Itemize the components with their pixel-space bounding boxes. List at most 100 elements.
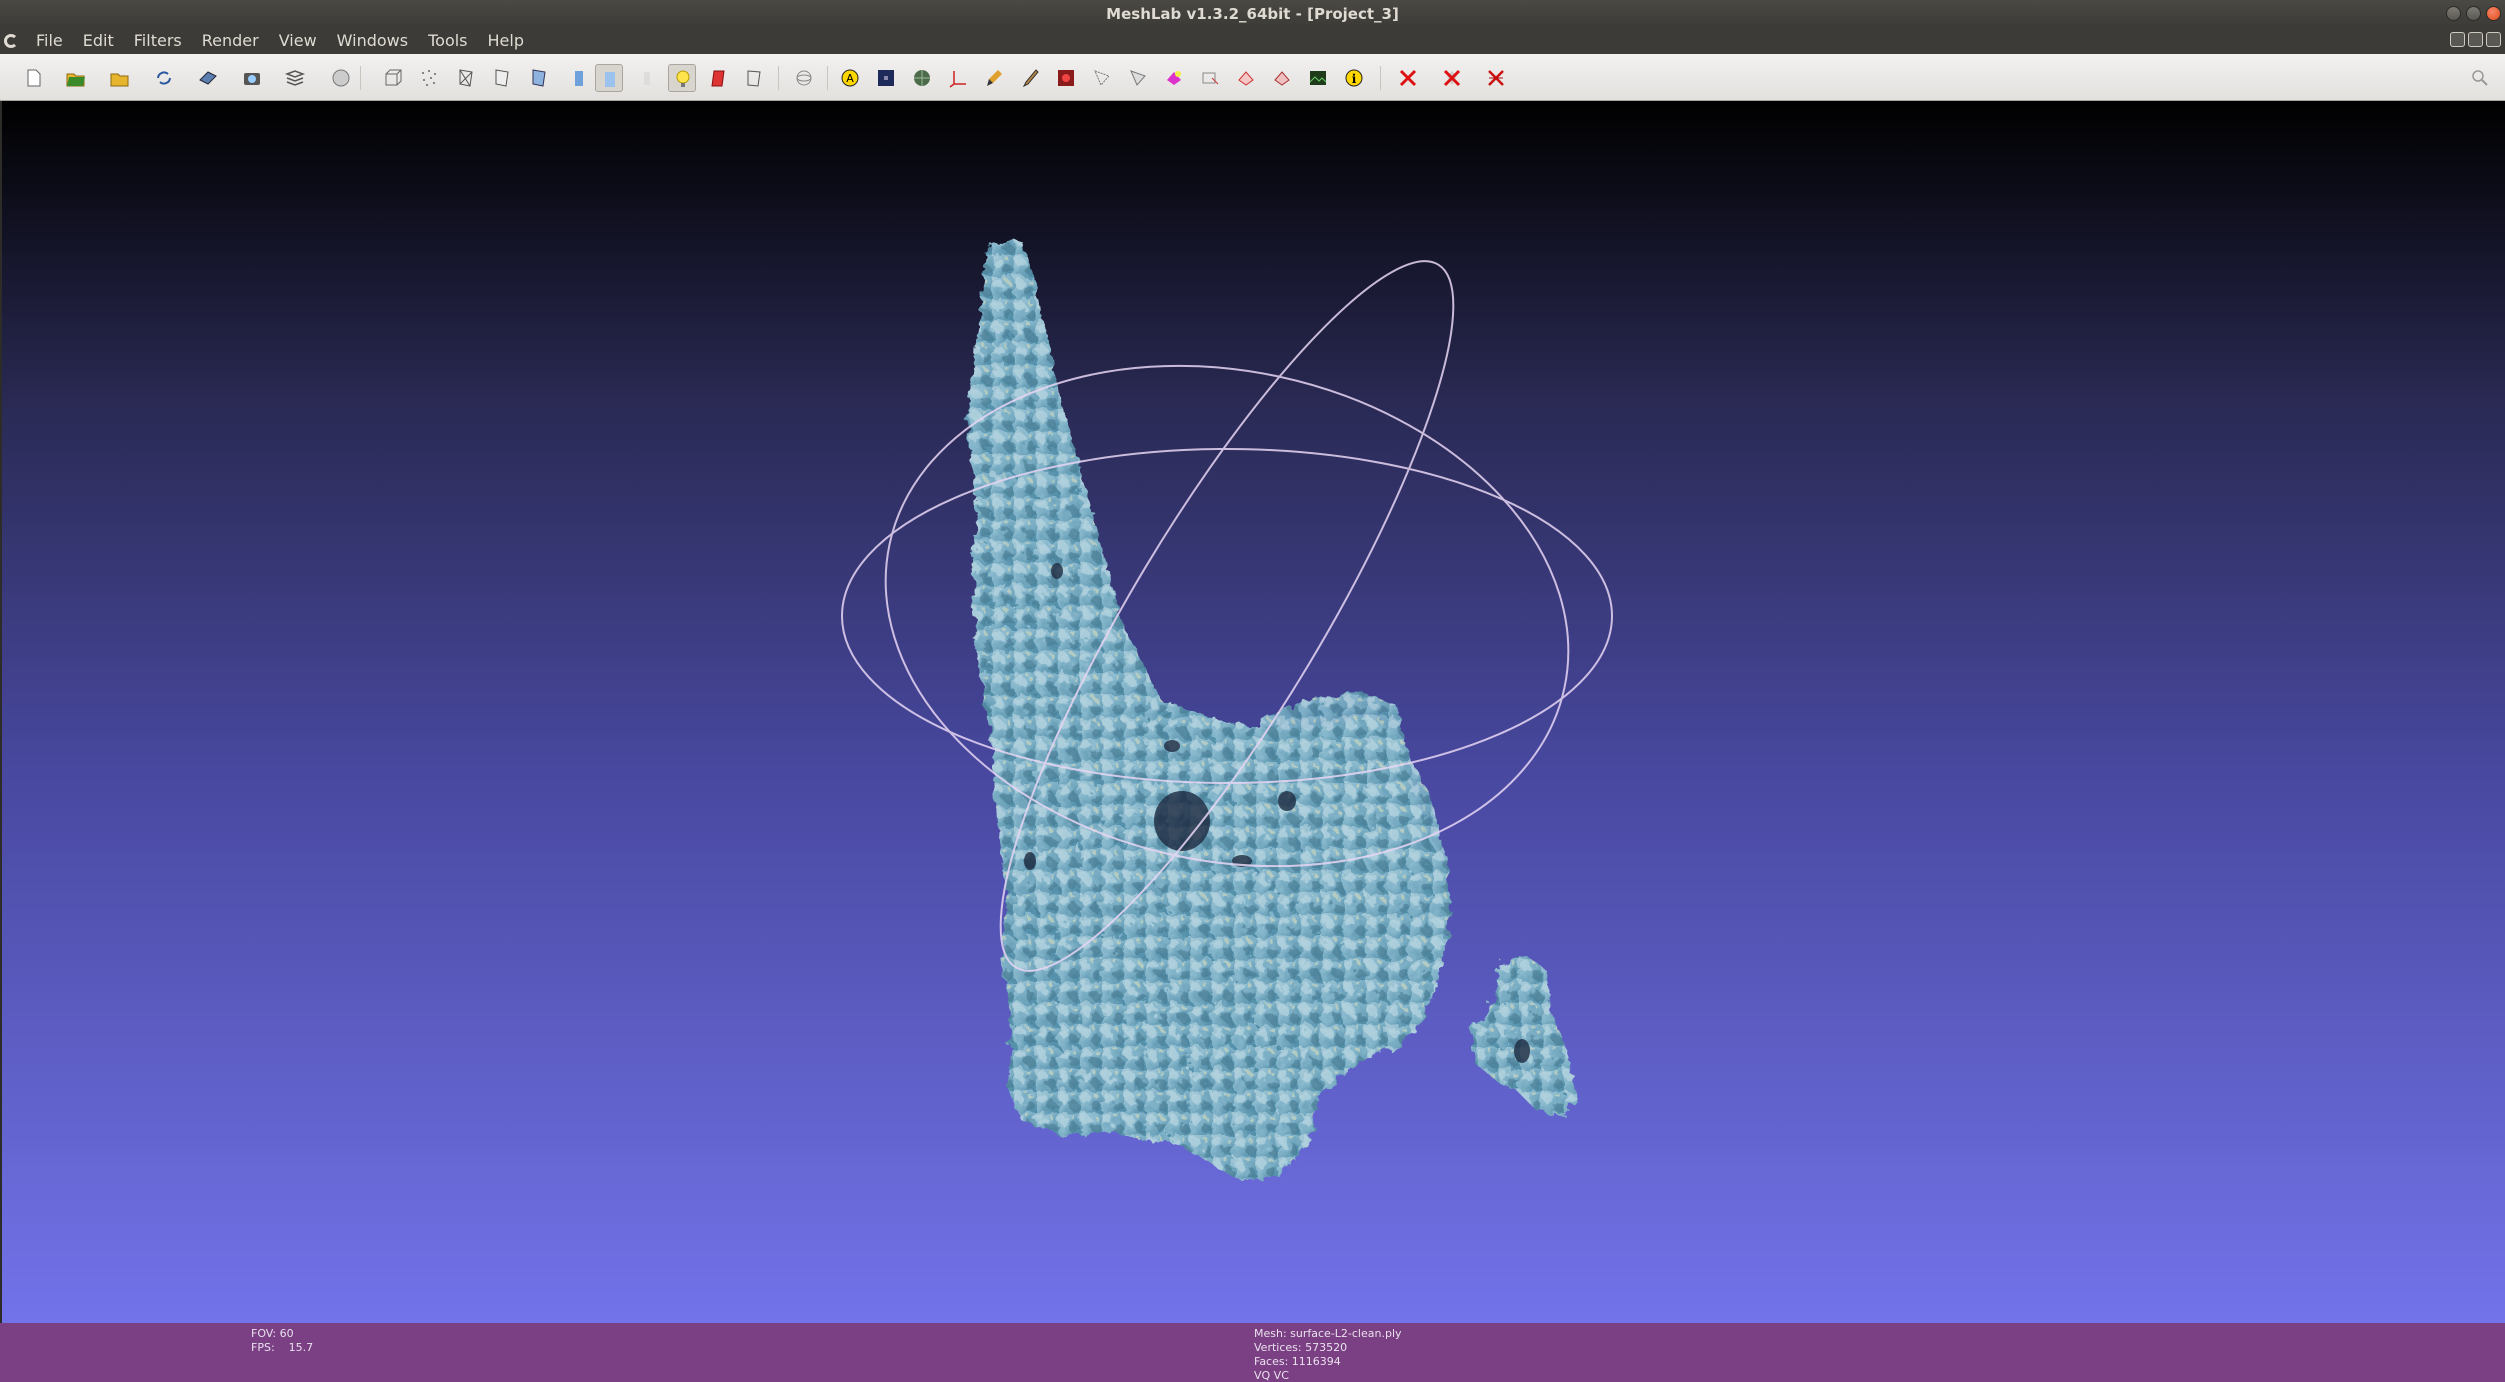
fps-readout: FPS: 15.7	[251, 1341, 313, 1355]
menu-windows[interactable]: Windows	[327, 27, 418, 54]
3d-viewport[interactable]	[0, 101, 2505, 1323]
menu-file[interactable]: File	[26, 27, 73, 54]
mesh-name: Mesh: surface-L2-clean.ply	[1254, 1327, 1402, 1340]
flat-icon	[575, 71, 583, 86]
delete-all-button[interactable]	[1482, 64, 1510, 92]
flat-button[interactable]	[565, 64, 593, 92]
layers-icon	[285, 70, 305, 86]
select-faces-button[interactable]	[1124, 64, 1152, 92]
texture-grid-button[interactable]	[908, 64, 936, 92]
new-project-icon	[27, 69, 41, 87]
smooth-icon	[605, 72, 615, 87]
import-mesh-icon	[110, 73, 129, 87]
face-culling-icon	[747, 70, 761, 87]
open-project-button[interactable]	[62, 64, 90, 92]
points-icon	[422, 70, 436, 86]
sphere-view-button[interactable]	[327, 64, 355, 92]
double-side-lighting-button[interactable]	[705, 64, 733, 92]
open-project-icon	[66, 73, 85, 87]
maximize-window-button[interactable]	[2466, 6, 2481, 21]
light-button[interactable]	[668, 64, 696, 92]
search-icon	[2472, 70, 2488, 86]
window-controls	[2446, 6, 2501, 21]
fps-label: FPS:	[251, 1341, 275, 1354]
select-faces-icon	[1130, 70, 1146, 86]
hidden-lines-button[interactable]	[488, 64, 516, 92]
menu-view[interactable]: View	[269, 27, 327, 54]
snapshot-icon	[244, 73, 260, 85]
menu-bar: File Edit Filters Render View Windows To…	[0, 27, 2505, 54]
reload-icon	[157, 71, 171, 85]
flat-lines-icon	[532, 69, 546, 87]
import-mesh-button[interactable]	[106, 64, 134, 92]
brush-icon	[987, 70, 1002, 86]
bounding-box-button[interactable]	[379, 64, 407, 92]
align-button[interactable]	[1268, 64, 1296, 92]
fps-value: 15.7	[288, 1341, 314, 1354]
texture-grid-icon	[914, 70, 930, 86]
axis-button[interactable]	[944, 64, 972, 92]
smooth-button[interactable]	[595, 64, 623, 92]
delete-selected-faces-button[interactable]	[1438, 64, 1466, 92]
svg-text:A: A	[846, 72, 854, 85]
dark-square-button[interactable]	[872, 64, 900, 92]
paint-icon	[1022, 69, 1039, 88]
menu-help[interactable]: Help	[478, 27, 534, 54]
raster-button[interactable]	[1304, 64, 1332, 92]
document-minimize-button[interactable]	[2450, 32, 2465, 47]
brush-button[interactable]	[980, 64, 1008, 92]
delete-selected-faces-icon	[1443, 69, 1461, 87]
minimize-window-button[interactable]	[2446, 6, 2461, 21]
main-toolbar: A i	[0, 54, 2505, 101]
search-button[interactable]	[2466, 64, 2494, 92]
delete-selected-vertices-icon	[1399, 69, 1417, 87]
align-icon	[1274, 71, 1290, 86]
status-bar: FOV: 60 FPS: 15.7 Mesh: surface-L2-clean.…	[0, 1323, 2505, 1382]
paint-button[interactable]	[1016, 64, 1044, 92]
measure-button[interactable]	[1232, 64, 1260, 92]
delete-all-icon	[1488, 70, 1504, 86]
document-restore-button[interactable]	[2468, 32, 2483, 47]
wireframe-button[interactable]	[452, 64, 480, 92]
export-mesh-icon	[199, 71, 217, 85]
new-project-button[interactable]	[20, 64, 48, 92]
close-window-button[interactable]	[2486, 6, 2501, 21]
raster-icon	[1309, 71, 1327, 85]
select-vertices-button[interactable]	[1088, 64, 1116, 92]
light-icon	[676, 70, 690, 87]
color-picker-button[interactable]	[1052, 64, 1080, 92]
wireframe-icon	[459, 69, 473, 87]
menu-filters[interactable]: Filters	[124, 27, 192, 54]
fov-value: 60	[279, 1327, 294, 1340]
mesh-scene[interactable]	[2, 101, 2505, 1323]
menu-tools[interactable]: Tools	[418, 27, 477, 54]
select-connected-button[interactable]	[1196, 64, 1224, 92]
text-annotation-button[interactable]: A	[836, 64, 864, 92]
meshlab-app-icon[interactable]	[4, 33, 18, 48]
double-side-lighting-icon	[711, 70, 725, 87]
snapshot-button[interactable]	[238, 64, 266, 92]
view-info: FOV: 60 FPS: 15.7	[251, 1327, 313, 1355]
reload-button[interactable]	[150, 64, 178, 92]
dark-square-icon	[878, 70, 894, 86]
bounding-box-icon	[385, 69, 402, 86]
menu-render[interactable]: Render	[192, 27, 269, 54]
menu-edit[interactable]: Edit	[73, 27, 124, 54]
trackball-button[interactable]	[790, 64, 818, 92]
mesh-model[interactable]	[967, 239, 1577, 1181]
info-button[interactable]: i	[1340, 64, 1368, 92]
export-mesh-button[interactable]	[194, 64, 222, 92]
color-faces-icon	[1167, 71, 1181, 85]
points-button[interactable]	[415, 64, 443, 92]
color-faces-button[interactable]	[1160, 64, 1188, 92]
delete-selected-vertices-button[interactable]	[1394, 64, 1422, 92]
axis-icon	[949, 71, 966, 88]
select-vertices-icon	[1094, 70, 1110, 86]
document-close-button[interactable]	[2486, 32, 2501, 47]
texture-button[interactable]	[633, 64, 661, 92]
svg-text:i: i	[1352, 72, 1357, 86]
flat-lines-button[interactable]	[525, 64, 553, 92]
layers-button[interactable]	[281, 64, 309, 92]
face-culling-button[interactable]	[740, 64, 768, 92]
hidden-lines-icon	[495, 69, 509, 87]
